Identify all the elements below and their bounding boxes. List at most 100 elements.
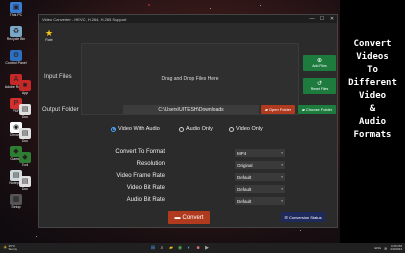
radio-audio-only[interactable]: Audio Only — [179, 126, 213, 132]
app-shortcut-icon: ▤ — [19, 128, 31, 139]
desktop-icon[interactable]: ◆ Tool — [16, 152, 34, 174]
setting-label-audio-bitrate: Audio Bit Rate — [126, 197, 165, 203]
desktop-icon-label: Setup — [11, 205, 21, 209]
language-indicator[interactable]: ENG — [374, 246, 381, 250]
output-path-field[interactable]: C:\Users\UITESH\Downloads — [123, 105, 259, 114]
app-shortcut-icon: ▤ — [19, 176, 31, 187]
desktop-icon[interactable]: ■ App — [16, 80, 34, 102]
weather-widget[interactable]: ☀ 29°C Sunny — [3, 245, 17, 252]
chrome-icon[interactable]: ◉ — [177, 245, 183, 251]
choose-folder-label: Choose Folder — [305, 107, 333, 112]
setting-label-format: Convert To Format — [115, 149, 165, 155]
desktop-icon[interactable]: ♻ Recycle Bin — [1, 26, 31, 48]
frame-rate-value: Default — [237, 174, 252, 180]
minimize-button[interactable]: — — [307, 15, 317, 23]
format-value: MP4 — [237, 150, 247, 156]
input-files-label: Input Files — [44, 74, 72, 80]
file-explorer-icon[interactable]: ▰ — [168, 245, 174, 251]
format-select[interactable]: MP4 ▾ — [235, 149, 285, 157]
app-window: Video Converter - HEVC, H.264, H.265 Sup… — [38, 14, 338, 228]
app-shortcut-icon: ⚙ — [10, 50, 22, 61]
open-folder-button[interactable]: ▰ Open Folder — [261, 105, 295, 114]
desktop-icon-label: Control Panel — [5, 61, 27, 65]
audio-bitrate-value: Default — [237, 198, 252, 204]
promo-caption: Convert Videos To Different Video & Audi… — [348, 39, 397, 140]
radio-video-only[interactable]: Video Only — [229, 126, 263, 132]
list-icon: ☰ — [284, 214, 288, 220]
search-icon[interactable]: ⌕ — [159, 245, 165, 251]
app-shortcut-icon: ▣ — [10, 2, 22, 13]
desktop-icon-label: App — [21, 91, 29, 95]
clock-date: 2/3/2024 — [390, 247, 402, 251]
rate-label: Rate — [45, 37, 53, 42]
radio-button-selected[interactable] — [111, 126, 116, 132]
desktop-icon[interactable]: ▣ This PC — [1, 2, 31, 24]
setting-label-resolution: Resolution — [136, 161, 165, 167]
app-shortcut-icon: ◆ — [19, 152, 31, 163]
title-bar: Video Converter - HEVC, H.264, H.265 Sup… — [39, 15, 337, 23]
conversion-status-label: Conversion Status — [288, 214, 322, 220]
sun-icon: ☀ — [3, 245, 8, 251]
window-title: Video Converter - HEVC, H.264, H.265 Sup… — [42, 16, 127, 22]
folder-icon: ▰ — [264, 107, 268, 112]
desktop-icon[interactable]: ⚙ Control Panel — [1, 50, 31, 72]
app-shortcut-icon: ♻ — [10, 26, 22, 37]
convert-button[interactable]: ▬ Convert — [168, 211, 210, 224]
desktop-icon-label: Recycle Bin — [6, 37, 26, 41]
desktop-icon-label: This PC — [9, 13, 23, 17]
chevron-down-icon: ▾ — [281, 187, 283, 191]
chevron-down-icon: ▾ — [281, 163, 283, 167]
maximize-button[interactable]: ☐ — [317, 15, 327, 23]
wifi-icon[interactable]: ≋ — [384, 246, 387, 251]
video-bitrate-value: Default — [237, 186, 252, 192]
app-shortcut-icon: ▤ — [19, 104, 31, 115]
output-path-text: C:\Users\UITESH\Downloads — [158, 106, 224, 113]
folder-icon: ▰ — [301, 107, 305, 112]
weather-desc: Sunny — [8, 247, 17, 251]
star-icon: ★ — [44, 27, 54, 38]
chevron-down-icon: ▾ — [281, 151, 283, 155]
desktop-icon-label: Doc — [21, 139, 29, 143]
desktop-icon-label: Doc — [21, 187, 29, 191]
app-icon[interactable]: ■ — [195, 245, 201, 251]
output-folder-label: Output Folder — [42, 107, 79, 113]
choose-folder-button[interactable]: ▰ Choose Folder — [298, 105, 336, 114]
radio-label: Audio Only — [186, 126, 213, 132]
radio-button[interactable] — [229, 126, 234, 132]
close-button[interactable]: ✕ — [327, 15, 337, 23]
convert-icon: ▬ — [174, 214, 181, 221]
conversion-status-button[interactable]: ☰ Conversion Status — [281, 212, 325, 222]
setting-label-frame-rate: Video Frame Rate — [116, 173, 165, 179]
resolution-select[interactable]: Original ▾ — [235, 161, 285, 169]
frame-rate-select[interactable]: Default ▾ — [235, 173, 285, 181]
add-files-label: Add Files — [312, 64, 327, 68]
edge-icon[interactable]: ◐ — [186, 245, 192, 251]
rate-button[interactable]: ★ Rate — [42, 27, 56, 43]
taskbar-apps: ⊞ ⌕ ▰ ◉ ◐ ■ ▶ — [150, 245, 210, 251]
chevron-down-icon: ▾ — [281, 175, 283, 179]
desktop-icons-secondary: ■ App ▤ Doc ▤ Doc ◆ Tool ▤ Doc — [16, 80, 32, 200]
resolution-value: Original — [237, 162, 253, 168]
add-files-button[interactable]: ⊕ Add Files — [303, 55, 336, 71]
app-shortcut-icon: ■ — [19, 80, 31, 91]
video-converter-icon[interactable]: ▶ — [204, 245, 210, 251]
convert-label: Convert — [182, 214, 204, 221]
desktop-icon[interactable]: ▤ Doc — [16, 104, 34, 126]
drop-zone-text: Drag and Drop Files Here — [161, 76, 219, 82]
reset-files-label: Reset Files — [310, 87, 329, 91]
video-bitrate-select[interactable]: Default ▾ — [235, 185, 285, 193]
radio-button[interactable] — [179, 126, 184, 132]
clock[interactable]: 3:26 PM 2/3/2024 — [390, 244, 402, 252]
reset-files-button[interactable]: ↺ Reset Files — [303, 78, 336, 94]
desktop-icon-label: Doc — [21, 115, 29, 119]
desktop-icon-label: Tool — [21, 163, 29, 167]
chevron-down-icon: ▾ — [281, 199, 283, 203]
setting-label-video-bitrate: Video Bit Rate — [126, 185, 165, 191]
system-tray: ENG ≋ 3:26 PM 2/3/2024 — [374, 244, 402, 252]
radio-label: Video Only — [236, 126, 263, 132]
desktop-icon[interactable]: ▤ Doc — [16, 128, 34, 150]
audio-bitrate-select[interactable]: Default ▾ — [235, 197, 285, 205]
windows-start-icon[interactable]: ⊞ — [150, 245, 156, 251]
desktop-icon[interactable]: ▤ Doc — [16, 176, 34, 198]
radio-video-with-audio[interactable]: Video With Audio — [111, 126, 160, 132]
